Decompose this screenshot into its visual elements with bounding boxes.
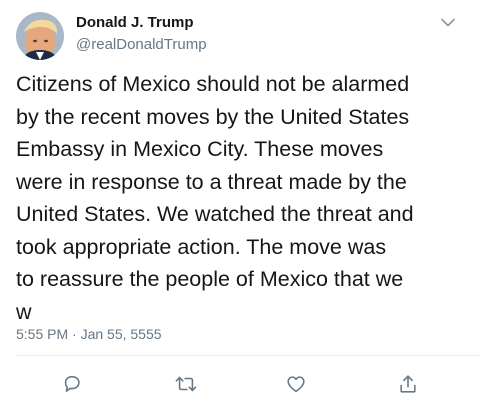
display-name[interactable]: Donald J. Trump (76, 14, 194, 31)
action-bar (0, 370, 480, 400)
user-handle[interactable]: @realDonaldTrump (76, 36, 207, 53)
reply-icon[interactable] (58, 370, 86, 398)
tweet-timestamp[interactable]: 5:55 PM · Jan 55, 5555 (16, 326, 162, 342)
heart-icon[interactable] (282, 370, 310, 398)
tweet-card: Donald J. Trump @realDonaldTrump Citizen… (0, 0, 480, 410)
tweet-text-line: Embassy in Mexico City. These moves (16, 137, 384, 161)
tweet-text-line: United States. We watched the threat and (16, 202, 414, 226)
share-icon[interactable] (394, 370, 422, 398)
tweet-text-line: w (16, 299, 32, 324)
divider (16, 355, 480, 356)
tweet-text-line: by the recent moves by the United States (16, 104, 410, 129)
chevron-down-icon[interactable] (438, 14, 458, 30)
tweet-text-line: took appropriate action. The move was (16, 234, 387, 259)
avatar[interactable] (16, 12, 64, 60)
tweet-text-line: Citizens of Mexico should not be alarmed (16, 72, 410, 96)
retweet-icon[interactable] (172, 370, 200, 398)
tweet-text-line: to reassure the people of Mexico that we (16, 267, 404, 291)
tweet-text-line: were in response to a threat made by the (16, 169, 407, 194)
tweet-text: Citizens of Mexico should not be alarmed… (16, 68, 472, 328)
